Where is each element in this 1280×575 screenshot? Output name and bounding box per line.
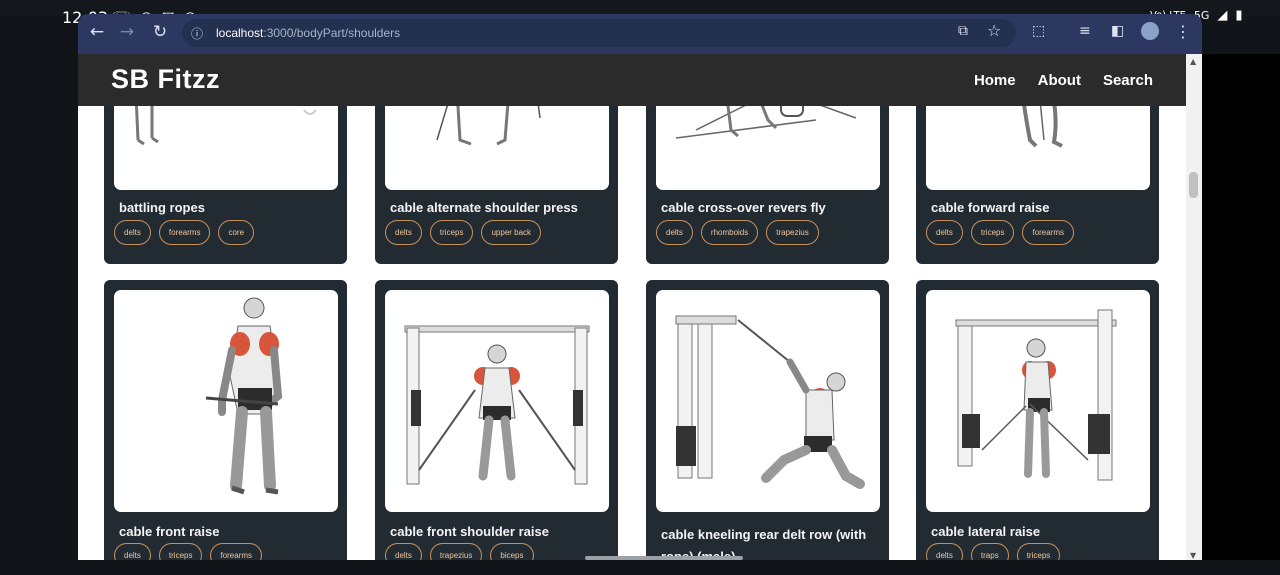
exercise-title: cable forward raise (931, 200, 1050, 215)
exercise-card[interactable]: battling ropes delts forearms core (104, 60, 347, 264)
exercise-card[interactable]: cable kneeling rear delt row (with rope)… (646, 280, 889, 560)
nav-about-link[interactable]: About (1038, 72, 1081, 89)
tag[interactable]: delts (114, 543, 151, 560)
tag[interactable]: traps (970, 543, 1009, 560)
gesture-navigation-bar[interactable] (585, 556, 743, 560)
tag[interactable]: forearms (210, 543, 263, 560)
cable-front-shoulder-raise-illustration (404, 325, 590, 485)
tag[interactable]: triceps (158, 543, 203, 560)
page-viewport: battling ropes delts forearms core cable… (78, 54, 1186, 560)
tag[interactable]: biceps (490, 543, 534, 560)
exercise-card[interactable]: cable lateral raise delts traps triceps (916, 280, 1159, 560)
tag-list: delts rhomboids trapezius (656, 220, 819, 245)
url-text[interactable]: localhost:3000/bodyPart/shoulders (216, 26, 400, 40)
tag[interactable]: rhomboids (700, 220, 759, 245)
forward-button[interactable]: → (117, 22, 137, 42)
browser-menu-icon[interactable]: ⋮ (1175, 22, 1191, 41)
tag[interactable]: delts (656, 220, 693, 245)
profile-avatar-icon[interactable] (1141, 22, 1159, 40)
exercise-card[interactable]: cable front raise delts triceps forearms (104, 280, 347, 560)
tag[interactable]: trapezius (766, 220, 819, 245)
page-scrollbar[interactable] (1186, 54, 1202, 560)
tag-list: delts triceps forearms (926, 220, 1075, 245)
tag[interactable]: upper back (481, 220, 542, 245)
scroll-up-icon[interactable]: ▲ (1190, 57, 1196, 66)
exercise-card[interactable]: cable alternate shoulder press delts tri… (375, 60, 618, 264)
back-button[interactable]: ← (87, 22, 107, 42)
tag[interactable]: forearms (158, 220, 211, 245)
side-panel-icon[interactable]: ◧ (1111, 23, 1124, 39)
exercise-image (926, 290, 1150, 512)
cable-lateral-raise-illustration (955, 309, 1117, 481)
exercise-card[interactable]: cable forward raise delts triceps forear… (916, 60, 1159, 264)
install-app-icon[interactable]: ⧉ (958, 23, 968, 39)
tag[interactable]: delts (926, 543, 963, 560)
tag[interactable]: core (218, 220, 255, 245)
exercise-title: cable alternate shoulder press (390, 200, 578, 215)
cable-front-raise-illustration (205, 297, 283, 495)
exercise-title: battling ropes (119, 200, 205, 215)
tag-list: delts forearms core (114, 220, 255, 245)
exercise-title: cable front shoulder raise (390, 524, 549, 539)
tag-list: delts triceps forearms (114, 543, 263, 560)
exercise-card[interactable]: cable front shoulder raise delts trapezi… (375, 280, 618, 560)
exercise-image (656, 290, 880, 512)
tag[interactable]: forearms (1022, 220, 1075, 245)
exercise-title: cable cross-over revers fly (661, 200, 826, 215)
tag[interactable]: delts (926, 220, 963, 245)
tag[interactable]: delts (385, 543, 422, 560)
tag[interactable]: triceps (970, 220, 1015, 245)
scroll-down-icon[interactable]: ▼ (1190, 551, 1196, 560)
exercise-card[interactable]: cable cross-over revers fly delts rhombo… (646, 60, 889, 264)
tag-list: delts trapezius biceps (385, 543, 534, 560)
site-logo[interactable]: SB Fitzz (111, 64, 220, 95)
battery-icon: ▮ (1235, 8, 1243, 23)
reading-list-icon[interactable]: ≡ (1079, 23, 1091, 39)
url-path: :3000/bodyPart/shoulders (263, 26, 401, 40)
tag[interactable]: trapezius (429, 543, 483, 560)
tag[interactable]: delts (385, 220, 422, 245)
tag-list: delts triceps upper back (385, 220, 542, 245)
extensions-icon[interactable]: ⬚ (1032, 23, 1045, 39)
cable-kneeling-rear-delt-row-illustration (675, 315, 865, 489)
signal-icon: ◢ (1217, 8, 1228, 23)
tag-list: delts traps triceps (926, 543, 1061, 560)
exercise-title: cable lateral raise (931, 524, 1041, 539)
scrollbar-thumb[interactable] (1189, 172, 1198, 198)
tag[interactable]: delts (114, 220, 151, 245)
bookmark-star-icon[interactable]: ☆ (987, 21, 1001, 40)
site-info-icon[interactable]: ⓘ (191, 25, 203, 42)
site-header: SB Fitzz Home About Search (78, 54, 1186, 106)
tag[interactable]: triceps (429, 220, 474, 245)
nav-search-link[interactable]: Search (1103, 72, 1153, 89)
screen-edge (1202, 54, 1280, 560)
exercise-image (385, 290, 609, 512)
reload-button[interactable]: ↻ (150, 22, 170, 42)
exercise-title: cable kneeling rear delt row (with rope)… (661, 527, 867, 560)
nav-home-link[interactable]: Home (974, 72, 1016, 89)
main-nav: Home About Search (974, 72, 1153, 89)
url-host: localhost (216, 26, 264, 40)
exercise-image (114, 290, 338, 512)
tag[interactable]: triceps (1016, 543, 1061, 560)
exercise-title: cable front raise (119, 524, 220, 539)
